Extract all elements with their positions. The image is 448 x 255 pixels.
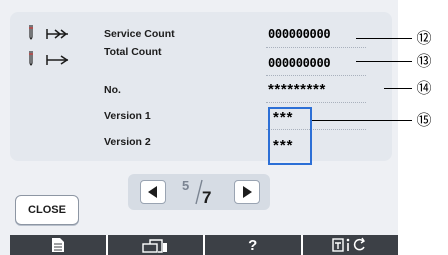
page-navigator: 5 7: [128, 174, 270, 210]
machine-info-panel: Service Count 000000000 Total Count 0000…: [10, 12, 392, 165]
divider: [266, 102, 366, 103]
toolbar-help-button[interactable]: ?: [205, 235, 303, 255]
service-count-row: Service Count 000000000: [10, 24, 392, 44]
callout-line-13: [356, 61, 412, 62]
total-count-value: 000000000: [268, 56, 331, 70]
total-arrow-icon: [46, 55, 69, 65]
next-arrow-icon: [243, 186, 252, 198]
help-icon: ?: [248, 236, 258, 254]
settings-screen: Service Count 000000000 Total Count 0000…: [0, 0, 398, 255]
callout-14: ⑭: [416, 79, 432, 97]
page-indicator: 5 7: [172, 176, 226, 208]
page-slash: [195, 179, 203, 205]
service-count-value: 000000000: [268, 27, 331, 41]
callout-line-12: [356, 38, 412, 39]
machine-no-value: *********: [268, 81, 326, 98]
total-count-row: Total Count 000000000: [10, 46, 392, 70]
version-2-label: Version 2: [104, 136, 151, 148]
stitch-arrow-icon: [46, 29, 68, 39]
single-needle-total-icon: [29, 51, 33, 66]
single-needle-stitch-count-icon: [29, 25, 33, 40]
callout-line-14: [384, 88, 412, 89]
sewing-machine-settings-icon: [332, 237, 366, 252]
version-highlight-box: [268, 107, 312, 165]
toolbar-document-button[interactable]: [10, 235, 108, 255]
total-pages: 7: [202, 188, 212, 207]
toolbar-settings-button[interactable]: [303, 235, 399, 255]
document-icon: [51, 238, 64, 252]
toolbar-embroidery-button[interactable]: [108, 235, 205, 255]
service-count-label: Service Count: [104, 28, 175, 40]
total-count-label: Total Count: [104, 46, 162, 58]
machine-no-label: No.: [104, 84, 121, 96]
version-1-label: Version 1: [104, 110, 151, 122]
callout-12: ⑫: [416, 29, 432, 47]
close-button[interactable]: CLOSE: [15, 195, 79, 225]
callout-line-15: [312, 120, 412, 121]
bottom-toolbar: ?: [10, 235, 398, 255]
prev-arrow-icon: [148, 186, 157, 198]
callout-13: ⑬: [416, 52, 432, 70]
next-page-button[interactable]: [234, 180, 260, 204]
callout-15: ⑮: [416, 111, 432, 129]
prev-page-button[interactable]: [140, 180, 166, 204]
embroidery-unit-icon: [142, 239, 168, 253]
divider: [266, 75, 366, 76]
